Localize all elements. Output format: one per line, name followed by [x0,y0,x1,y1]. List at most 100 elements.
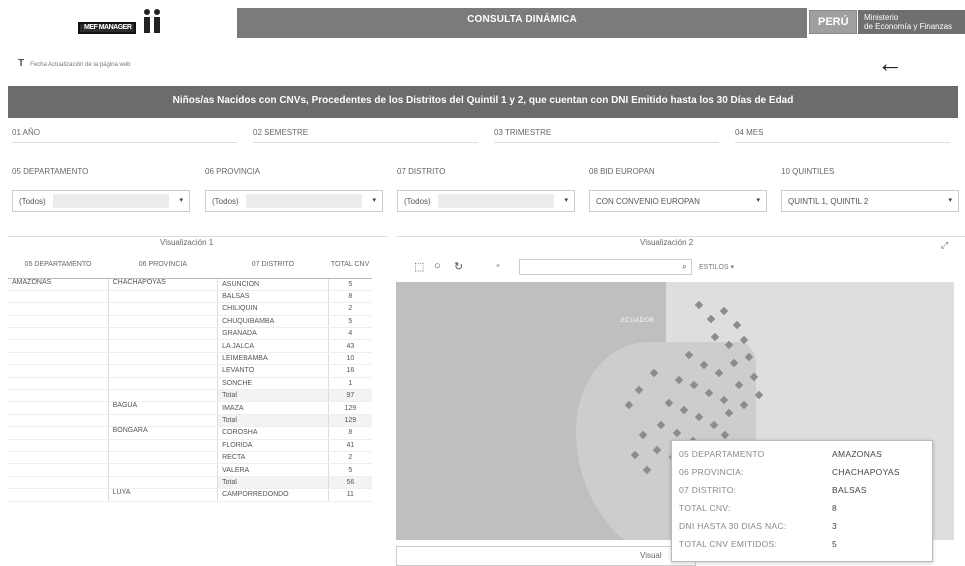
table-row[interactable]: LEVANTO 16 [8,364,372,378]
col-district[interactable]: 07 DISTRITO [217,252,329,279]
department-cell [8,290,109,304]
table-row[interactable]: GRANADA 4 [8,327,372,341]
district-cell: CHILIQUIN [217,302,329,316]
filter-semester[interactable]: 02 SEMESTRE [253,128,308,137]
table-row[interactable]: Total 129 [8,414,372,428]
logo-text: MEF MANAGER [84,24,132,31]
district-cell: Total [217,414,329,428]
district-marker[interactable] [706,314,716,324]
tooltip-value: 8 [832,503,838,513]
tooltip-value: 3 [832,521,838,531]
tooltip-row: 06 PROVINCIA: CHACHAPOYAS [672,467,934,483]
chevron-down-icon: ▾ [564,197,568,204]
table-row[interactable]: VALERA 5 [8,463,372,477]
tooltip-value: CHACHAPOYAS [832,467,900,477]
total-cnv-cell: 56 [328,476,372,490]
district-marker[interactable] [754,390,764,400]
filter-year[interactable]: 01 AÑO [12,128,40,137]
col-total-cnv[interactable]: TOTAL CNV [328,252,372,279]
col-department[interactable]: 05 DEPARTAMENTO [8,252,109,279]
district-label: 07 DISTRITO [397,167,446,176]
table-row[interactable]: RECTA 2 [8,451,372,465]
district-cell: FLORIDA [217,439,329,452]
report-title: Niños/as Nacidos con CNVs, Procedentes d… [8,86,958,118]
table-row[interactable]: Total 97 [8,389,372,403]
ministry-line1: Ministerio [864,13,899,22]
district-select[interactable]: (Todos) ▾ [397,190,575,212]
tooltip-key: 06 PROVINCIA: [679,467,744,477]
table-row[interactable]: SONCHE 1 [8,377,372,391]
tooltip-key: 07 DISTRITO: [679,485,737,495]
district-cell: BALSAS [217,290,329,304]
table-row[interactable]: Total 56 [8,476,372,490]
province-cell [108,476,219,490]
table-row[interactable]: CHILIQUIN 2 [8,302,372,316]
department-cell [8,414,109,428]
province-cell [108,327,219,341]
department-cell [8,488,109,502]
district-cell: GRANADA [217,327,329,341]
table-row[interactable]: BONGARA COROSHA 8 [8,426,372,440]
table-row[interactable]: LUYA CAMPORREDONDO 11 [8,488,372,502]
select-rect-icon[interactable]: ⬚ [414,260,424,273]
quintiles-label: 10 QUINTILES [781,167,835,176]
europan-select[interactable]: CON CONVENIO EUROPAN ▾ [589,190,767,212]
more-icon[interactable]: • [496,260,500,272]
department-cell [8,339,109,353]
district-marker[interactable] [732,320,742,330]
department-cell [8,426,109,440]
quintiles-value: QUINTIL 1, QUINTIL 2 [788,197,869,206]
table-row[interactable]: AMAZONAS CHACHAPOYAS ASUNCION 5 [8,278,372,291]
province-cell [108,414,219,428]
department-cell [8,352,109,366]
back-arrow-icon[interactable]: ← [877,50,903,76]
total-cnv-cell: 129 [328,414,372,428]
table-row[interactable]: CHUQUIBAMBA 5 [8,315,372,329]
total-cnv-cell: 97 [328,389,372,403]
app-header: MEF MANAGER CONSULTA DINÁMICA PERÚ Minis… [0,0,965,42]
province-cell [108,389,219,403]
province-cell [108,439,219,452]
divider [12,142,237,143]
district-marker[interactable] [719,306,729,316]
quintiles-select[interactable]: QUINTIL 1, QUINTIL 2 ▾ [781,190,959,212]
expand-icon[interactable]: ⤢ [941,240,948,251]
province-cell [108,352,219,366]
styles-menu[interactable]: ESTILOS ▾ [699,263,734,271]
reset-icon[interactable]: ↻ [454,260,463,273]
total-cnv-cell: 10 [328,352,372,366]
select-lasso-icon[interactable]: ○ [434,260,441,272]
province-select[interactable]: (Todos) ▾ [205,190,383,212]
map-search-input[interactable]: ⌕ [519,259,692,275]
department-cell [8,327,109,341]
department-select[interactable]: (Todos) ▾ [12,190,190,212]
chevron-down-icon: ▾ [179,197,183,204]
province-cell: BAGUA [108,401,219,415]
col-province[interactable]: 06 PROVINCIA [108,252,218,279]
tooltip-key: TOTAL CNV EMITIDOS: [679,539,778,549]
ministry-line2: de Economía y Finanzas [864,22,953,31]
mef-logo: MEF MANAGER [78,8,170,36]
chevron-down-icon: ▾ [948,197,952,204]
tooltip-row: TOTAL CNV: 8 [672,503,934,519]
district-cell: CHUQUIBAMBA [217,315,329,329]
peru-brand[interactable]: PERÚ [809,10,857,34]
filter-month[interactable]: 04 MES [735,128,763,137]
district-marker[interactable] [694,300,704,310]
table-row[interactable]: LEIMEBAMBA 10 [8,352,372,366]
table-row[interactable]: LA JALCA 43 [8,339,372,353]
filter-trimester[interactable]: 03 TRIMESTRE [494,128,551,137]
table-row[interactable]: FLORIDA 41 [8,439,372,452]
total-cnv-cell: 2 [328,302,372,316]
tooltip-row: 05 DEPARTAMENTO AMAZONAS [672,449,934,465]
table-row[interactable]: BALSAS 8 [8,290,372,304]
tooltip-key: DNI HASTA 30 DIAS NAC: [679,521,787,531]
department-value: (Todos) [19,197,46,206]
tooltip-row: DNI HASTA 30 DIAS NAC: 3 [672,521,934,537]
page-title: CONSULTA DINÁMICA [237,8,807,38]
ministry-brand[interactable]: Ministerio de Economía y Finanzas [858,10,965,34]
tooltip-key: 05 DEPARTAMENTO [679,449,765,459]
province-cell: LUYA [108,488,219,502]
table-row[interactable]: BAGUA IMAZA 129 [8,401,372,415]
district-marker[interactable] [710,332,720,342]
